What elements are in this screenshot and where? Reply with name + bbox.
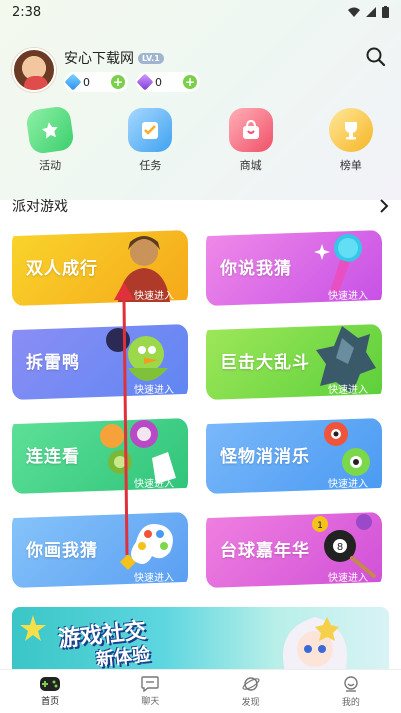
shop-bag-icon — [228, 108, 273, 152]
svg-text:1: 1 — [317, 521, 323, 531]
status-icons — [348, 6, 389, 18]
quick-nav-activity[interactable]: 活动 — [0, 105, 100, 174]
gem-amount: 0 — [155, 75, 162, 89]
bottom-tab-bar: 首页 聊天 发现 我的 — [0, 669, 401, 713]
quick-enter-label[interactable]: 快速进入 — [134, 381, 174, 396]
game-name: 双人成行 — [26, 259, 98, 279]
game-name: 连连看 — [26, 447, 80, 467]
game-card-nihuawocai[interactable]: 你画我猜 快速进入 — [12, 512, 188, 588]
quick-enter-label[interactable]: 快速进入 — [134, 569, 174, 584]
banner-subtitle: 新体验 — [95, 644, 152, 669]
quick-enter-label[interactable]: 快速进入 — [134, 475, 174, 490]
game-card-nishuowocai[interactable]: 你说我猜 快速进入 — [206, 230, 382, 306]
game-card-taiqiujianianhua[interactable]: 1 8 台球嘉年华 快速进入 — [206, 512, 382, 588]
search-icon[interactable] — [365, 46, 387, 68]
tab-mine[interactable]: 我的 — [301, 670, 401, 713]
tab-label: 聊天 — [141, 697, 160, 707]
tab-discover[interactable]: 发现 — [201, 670, 301, 713]
quick-enter-label[interactable]: 快速进入 — [328, 475, 368, 490]
battery-icon — [382, 6, 389, 18]
activity-icon — [25, 105, 75, 155]
quick-nav-label: 商城 — [239, 159, 262, 172]
gamepad-icon — [40, 677, 61, 691]
task-icon — [128, 108, 173, 152]
game-card-shuangrenchengxing[interactable]: 双人成行 快速进入 — [12, 230, 188, 306]
promo-banner[interactable]: 游戏社交 新体验 — [12, 607, 389, 669]
quick-nav-shop[interactable]: 商城 — [201, 108, 301, 174]
wifi-icon — [348, 7, 360, 17]
quick-nav-label: 榜单 — [339, 159, 362, 172]
tab-chat[interactable]: 聊天 — [100, 670, 200, 713]
avatar[interactable] — [12, 48, 56, 92]
game-card-chaileiya[interactable]: 拆雷鸭 快速进入 — [12, 324, 188, 400]
quick-enter-label[interactable]: 快速进入 — [134, 287, 174, 302]
tab-label: 我的 — [341, 698, 360, 708]
quick-enter-label[interactable]: 快速进入 — [328, 569, 368, 584]
quick-nav-ranking[interactable]: 榜单 — [301, 108, 401, 174]
game-card-lianliankan[interactable]: 连连看 快速进入 — [12, 418, 188, 494]
chevron-right-icon[interactable] — [379, 199, 389, 213]
quick-nav-task[interactable]: 任务 — [100, 108, 200, 174]
tab-home[interactable]: 首页 — [0, 670, 100, 713]
purple-gem-icon — [136, 73, 154, 91]
chat-icon — [141, 676, 160, 692]
gem-balance: 0 + — [136, 72, 200, 92]
game-name: 台球嘉年华 — [220, 541, 310, 561]
profile-icon — [344, 676, 358, 692]
party-games-header[interactable]: 派对游戏 — [12, 196, 389, 216]
level-badge: LV.1 — [138, 52, 164, 64]
quick-enter-label[interactable]: 快速进入 — [328, 381, 368, 396]
trophy-icon — [328, 108, 373, 152]
game-name: 怪物消消乐 — [220, 447, 310, 467]
game-name: 巨击大乱斗 — [220, 353, 310, 373]
diamond-balance: 0 + — [64, 72, 128, 92]
quick-nav: 活动 任务 商城 榜单 — [0, 105, 401, 174]
add-diamond-button[interactable]: + — [111, 75, 125, 89]
game-card-jujidaluandou[interactable]: 巨击大乱斗 快速进入 — [206, 324, 382, 400]
status-time: 2:38 — [12, 4, 42, 20]
game-name: 拆雷鸭 — [26, 353, 80, 373]
profile-info: 安心下载网 LV.1 0 + 0 + — [64, 48, 200, 92]
tab-label: 首页 — [41, 697, 60, 707]
star-decoration-icon — [20, 615, 46, 641]
game-card-guaiwuxiaoxiaole[interactable]: 怪物消消乐 快速进入 — [206, 418, 382, 494]
add-gem-button[interactable]: + — [183, 75, 197, 89]
game-name: 你说我猜 — [220, 259, 292, 279]
svg-text:8: 8 — [337, 542, 343, 553]
tab-label: 发现 — [241, 698, 260, 708]
signal-icon — [366, 7, 376, 17]
game-name: 你画我猜 — [26, 541, 98, 561]
quick-nav-label: 活动 — [39, 159, 62, 172]
section-title: 派对游戏 — [12, 199, 68, 215]
quick-enter-label[interactable]: 快速进入 — [328, 287, 368, 302]
quick-nav-label: 任务 — [139, 159, 162, 172]
profile-header: 安心下载网 LV.1 0 + 0 + — [12, 46, 389, 94]
nickname-row: 安心下载网 LV.1 — [64, 48, 200, 68]
diamond-amount: 0 — [83, 75, 90, 89]
status-bar: 2:38 — [0, 0, 401, 24]
anime-girl-illustration — [283, 617, 347, 669]
currency-row: 0 + 0 + — [64, 72, 200, 92]
nickname[interactable]: 安心下载网 — [64, 48, 134, 68]
planet-icon — [242, 677, 260, 691]
blue-diamond-icon — [64, 73, 82, 91]
